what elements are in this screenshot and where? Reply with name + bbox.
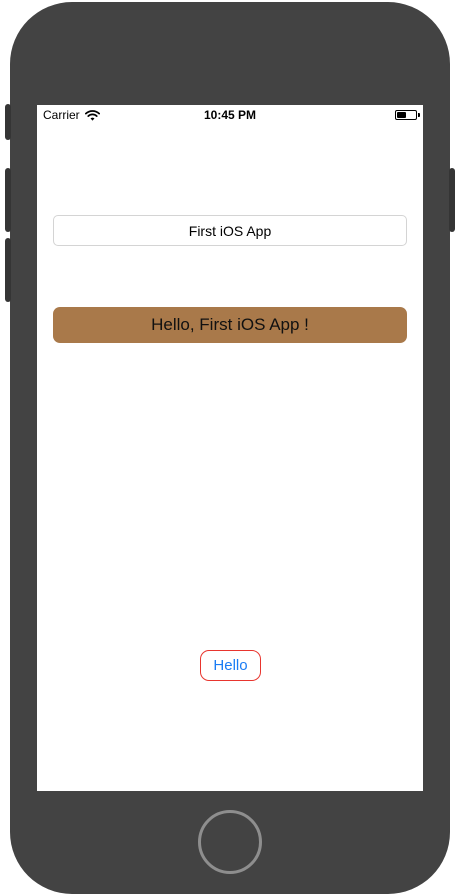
- hello-button[interactable]: Hello: [200, 650, 261, 681]
- battery-icon: [395, 110, 417, 120]
- name-text-field[interactable]: [53, 215, 407, 246]
- greeting-label-text: Hello, First iOS App !: [151, 315, 309, 334]
- power-button: [449, 168, 455, 232]
- screen: Carrier 10:45 PM Hello, First iOS App ! …: [37, 105, 423, 791]
- home-button-icon[interactable]: [198, 810, 262, 874]
- volume-up-button: [5, 168, 11, 232]
- battery-level-fill: [397, 112, 406, 118]
- mute-switch: [5, 104, 11, 140]
- battery-tip: [418, 113, 420, 117]
- status-time: 10:45 PM: [203, 108, 257, 122]
- status-bar: Carrier 10:45 PM: [37, 105, 423, 127]
- hello-button-label: Hello: [213, 657, 248, 674]
- greeting-label: Hello, First iOS App !: [53, 307, 407, 343]
- volume-down-button: [5, 238, 11, 302]
